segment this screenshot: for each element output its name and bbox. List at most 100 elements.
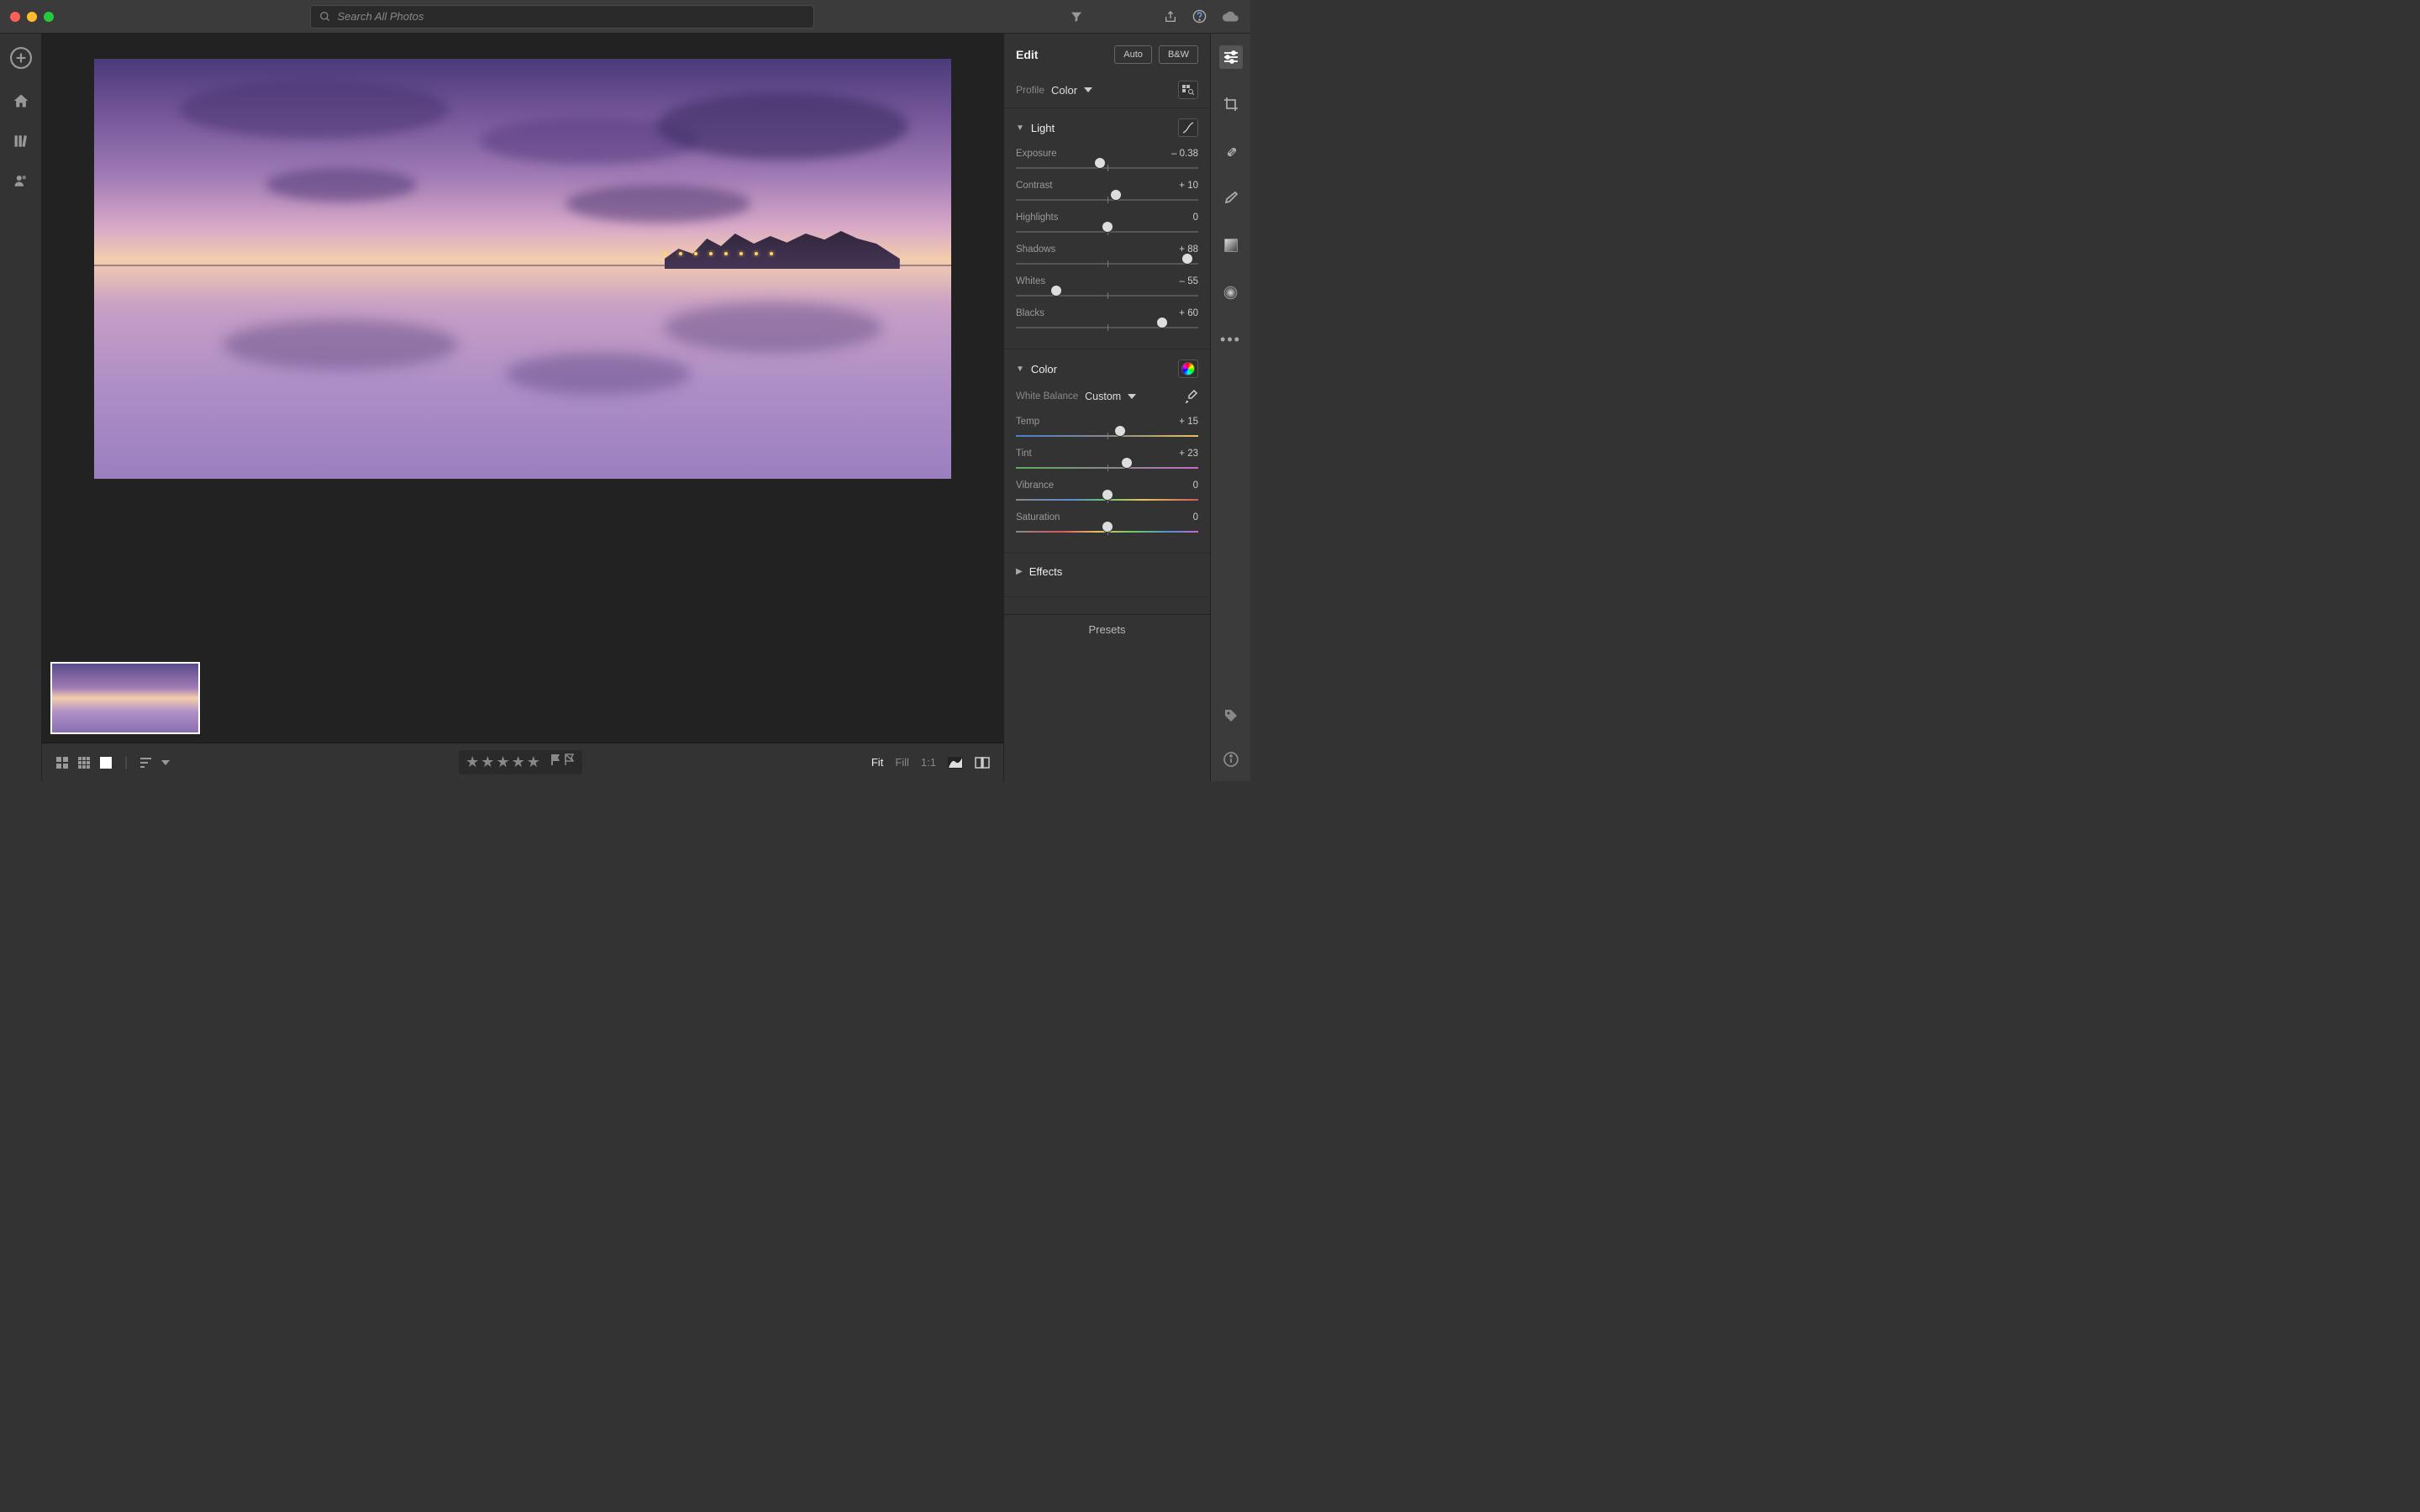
chevron-right-icon: ▶ — [1016, 567, 1023, 576]
rating-stars[interactable]: ★ ★ ★ ★ ★ — [459, 750, 582, 774]
wb-value[interactable]: Custom — [1085, 391, 1121, 402]
slider-value: 0 — [1193, 512, 1198, 522]
star-1[interactable]: ★ — [466, 753, 479, 771]
left-sidebar — [0, 34, 42, 781]
auto-button[interactable]: Auto — [1114, 45, 1152, 64]
profile-browser-button[interactable] — [1178, 81, 1198, 99]
color-mixer-button[interactable] — [1178, 360, 1198, 378]
slider-track[interactable] — [1016, 494, 1198, 506]
single-view[interactable] — [99, 756, 113, 769]
slider-track[interactable] — [1016, 322, 1198, 333]
slider-thumb[interactable] — [1121, 457, 1133, 469]
slider-track[interactable] — [1016, 226, 1198, 238]
slider-label: Temp — [1016, 417, 1039, 427]
share-icon[interactable] — [1164, 10, 1177, 24]
slider-value: 0 — [1193, 480, 1198, 491]
slider-track[interactable] — [1016, 258, 1198, 270]
more-icon[interactable]: ••• — [1219, 328, 1243, 351]
slider-thumb[interactable] — [1114, 425, 1126, 437]
slider-track[interactable] — [1016, 430, 1198, 442]
zoom-fill[interactable]: Fill — [895, 756, 909, 769]
slider-label: Saturation — [1016, 512, 1060, 522]
slider-value: + 10 — [1179, 181, 1198, 191]
slider-temp: Temp+ 15 — [1004, 412, 1210, 444]
slider-track[interactable] — [1016, 290, 1198, 302]
eyedropper-icon[interactable] — [1185, 390, 1198, 403]
edit-title: Edit — [1016, 48, 1107, 61]
slider-blacks: Blacks+ 60 — [1004, 303, 1210, 335]
flag-reject-icon[interactable] — [564, 753, 576, 771]
info-icon[interactable] — [1219, 748, 1243, 771]
cloud-icon[interactable] — [1222, 10, 1240, 24]
slider-thumb[interactable] — [1094, 157, 1106, 169]
slider-thumb[interactable] — [1050, 285, 1062, 297]
star-4[interactable]: ★ — [512, 753, 525, 771]
slider-thumb[interactable] — [1102, 221, 1113, 233]
slider-thumb[interactable] — [1110, 189, 1122, 201]
chevron-down-icon[interactable] — [1084, 87, 1092, 92]
chevron-down-icon[interactable] — [1128, 394, 1136, 399]
right-toolbar: ••• — [1210, 34, 1250, 781]
slider-label: Whites — [1016, 276, 1045, 286]
slider-track[interactable] — [1016, 162, 1198, 174]
crop-icon[interactable] — [1219, 92, 1243, 116]
healing-icon[interactable] — [1219, 139, 1243, 163]
slider-value: + 60 — [1179, 308, 1198, 318]
titlebar: Search All Photos — [0, 0, 1250, 34]
tone-curve-button[interactable] — [1178, 118, 1198, 137]
color-header[interactable]: ▼ Color — [1004, 360, 1210, 385]
star-2[interactable]: ★ — [481, 753, 494, 771]
main-photo[interactable] — [94, 59, 951, 479]
radial-gradient-icon[interactable] — [1219, 281, 1243, 304]
star-5[interactable]: ★ — [527, 753, 540, 771]
search-input[interactable]: Search All Photos — [310, 5, 814, 29]
thumbnail[interactable] — [50, 662, 200, 734]
library-icon[interactable] — [13, 133, 29, 150]
tag-icon[interactable] — [1219, 704, 1243, 727]
color-section: ▼ Color White Balance Custom Temp+ 15 Ti… — [1004, 349, 1210, 554]
slider-value: – 55 — [1180, 276, 1198, 286]
home-icon[interactable] — [13, 92, 29, 109]
filmstrip — [50, 662, 200, 734]
sort-dropdown[interactable] — [161, 760, 170, 765]
slider-label: Contrast — [1016, 181, 1052, 191]
slider-label: Highlights — [1016, 213, 1059, 223]
maximize-window[interactable] — [44, 12, 54, 22]
flag-pick-icon[interactable] — [550, 753, 562, 771]
grid-detail-view[interactable] — [77, 756, 91, 769]
slider-label: Tint — [1016, 449, 1032, 459]
edit-sliders-icon[interactable] — [1219, 45, 1243, 69]
sort-button[interactable] — [139, 757, 153, 769]
zoom-1to1[interactable]: 1:1 — [921, 756, 936, 769]
slider-thumb[interactable] — [1102, 521, 1113, 533]
light-header[interactable]: ▼ Light — [1004, 118, 1210, 144]
add-photos-button[interactable] — [10, 47, 32, 69]
compare-icon[interactable] — [975, 757, 990, 769]
chevron-down-icon: ▼ — [1016, 123, 1024, 133]
light-section: ▼ Light Exposure– 0.38 Contrast+ 10 High… — [1004, 108, 1210, 349]
effects-header[interactable]: ▶ Effects — [1004, 565, 1210, 585]
minimize-window[interactable] — [27, 12, 37, 22]
histogram-icon[interactable] — [948, 757, 963, 769]
bottom-toolbar: | ★ ★ ★ ★ ★ Fit Fill 1:1 — [42, 743, 1003, 781]
slider-track[interactable] — [1016, 462, 1198, 474]
slider-thumb[interactable] — [1181, 253, 1193, 265]
filter-icon[interactable] — [1070, 10, 1083, 24]
sharing-icon[interactable] — [13, 173, 29, 188]
slider-highlights: Highlights0 — [1004, 207, 1210, 239]
bw-button[interactable]: B&W — [1159, 45, 1198, 64]
slider-track[interactable] — [1016, 194, 1198, 206]
star-3[interactable]: ★ — [496, 753, 509, 771]
slider-track[interactable] — [1016, 526, 1198, 538]
linear-gradient-icon[interactable] — [1219, 234, 1243, 257]
slider-thumb[interactable] — [1102, 489, 1113, 501]
close-window[interactable] — [10, 12, 20, 22]
search-placeholder: Search All Photos — [338, 10, 424, 23]
brush-icon[interactable] — [1219, 186, 1243, 210]
slider-thumb[interactable] — [1156, 317, 1168, 328]
zoom-fit[interactable]: Fit — [871, 756, 883, 769]
help-icon[interactable] — [1192, 9, 1207, 24]
grid-small-view[interactable] — [55, 756, 69, 769]
profile-value[interactable]: Color — [1051, 84, 1077, 97]
presets-button[interactable]: Presets — [1004, 614, 1210, 644]
